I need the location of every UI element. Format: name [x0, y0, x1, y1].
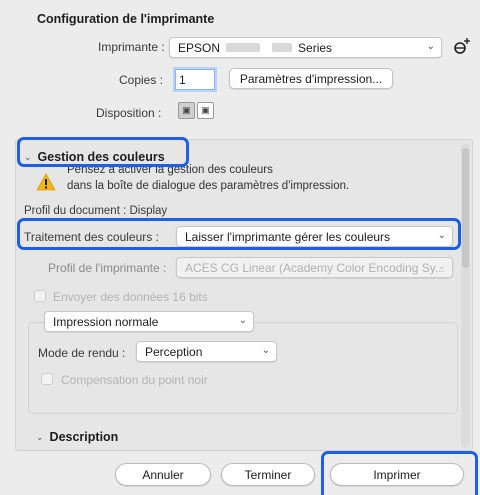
print-button[interactable]: Imprimer: [330, 463, 464, 486]
rendering-select[interactable]: Perception ⌄: [136, 341, 277, 362]
portrait-orientation-icon[interactable]: ▣: [178, 102, 195, 119]
chevron-down-icon: ⌄: [238, 315, 247, 326]
printer-profile-value: ACES CG Linear (Academy Color Encoding S…: [185, 260, 445, 275]
landscape-orientation-icon[interactable]: ▣: [197, 102, 214, 119]
printer-name-suffix: Series: [298, 40, 333, 55]
printer-select[interactable]: EPSON Series ⌄: [169, 37, 442, 58]
print-mode-value: Impression normale: [53, 314, 159, 329]
black-point-label: Compensation du point noir: [61, 373, 208, 387]
chevron-down-icon: ⌄: [261, 345, 270, 356]
description-title: Description: [49, 430, 119, 444]
printer-profile-label: Profil de l'imprimante :: [48, 261, 167, 275]
layout-label: Disposition :: [96, 106, 162, 120]
copies-input[interactable]: 1: [175, 69, 215, 90]
highlight-color-handling: [17, 218, 461, 250]
scrollbar-thumb[interactable]: [462, 148, 469, 268]
highlight-color-management: [17, 137, 189, 167]
scrollbar[interactable]: [461, 144, 470, 448]
warning-icon: [36, 173, 56, 191]
printer-profile-select[interactable]: ACES CG Linear (Academy Color Encoding S…: [176, 257, 453, 278]
printer-setup-title: Configuration de l'imprimante: [37, 12, 215, 26]
printer-name-prefix: EPSON: [178, 40, 221, 55]
send-16bit-checkbox[interactable]: [34, 290, 46, 302]
chevron-down-icon: ⌄: [426, 41, 435, 52]
black-point-checkbox[interactable]: [41, 373, 53, 385]
copies-label: Copies :: [119, 73, 164, 87]
send-16bit-label: Envoyer des données 16 bits: [53, 290, 208, 304]
chevron-down-icon: ⌄: [36, 431, 44, 442]
print-mode-select[interactable]: Impression normale ⌄: [44, 311, 254, 332]
color-management-panel: ⌄ Gestion des couleurs Pensez à activer …: [15, 139, 473, 451]
printer-add-icon[interactable]: [451, 35, 473, 57]
print-settings-button[interactable]: Paramètres d'impression...: [229, 68, 393, 89]
redacted-model: [226, 43, 261, 52]
chevron-down-icon: ⌄: [437, 261, 446, 272]
description-header[interactable]: ⌄ Description: [36, 430, 118, 444]
printer-label: Imprimante :: [98, 40, 165, 54]
warning-line-2: dans la boîte de dialogue des paramètres…: [67, 180, 350, 192]
done-button[interactable]: Terminer: [221, 463, 315, 486]
redacted-model-2: [272, 43, 293, 52]
rendering-value: Perception: [145, 344, 203, 359]
cancel-button[interactable]: Annuler: [115, 463, 211, 486]
printer-setup-panel: Configuration de l'imprimante Imprimante…: [0, 0, 480, 140]
print-mode-group: [28, 322, 458, 414]
document-profile: Profil du document : Display: [24, 205, 168, 217]
rendering-label: Mode de rendu :: [38, 346, 126, 360]
